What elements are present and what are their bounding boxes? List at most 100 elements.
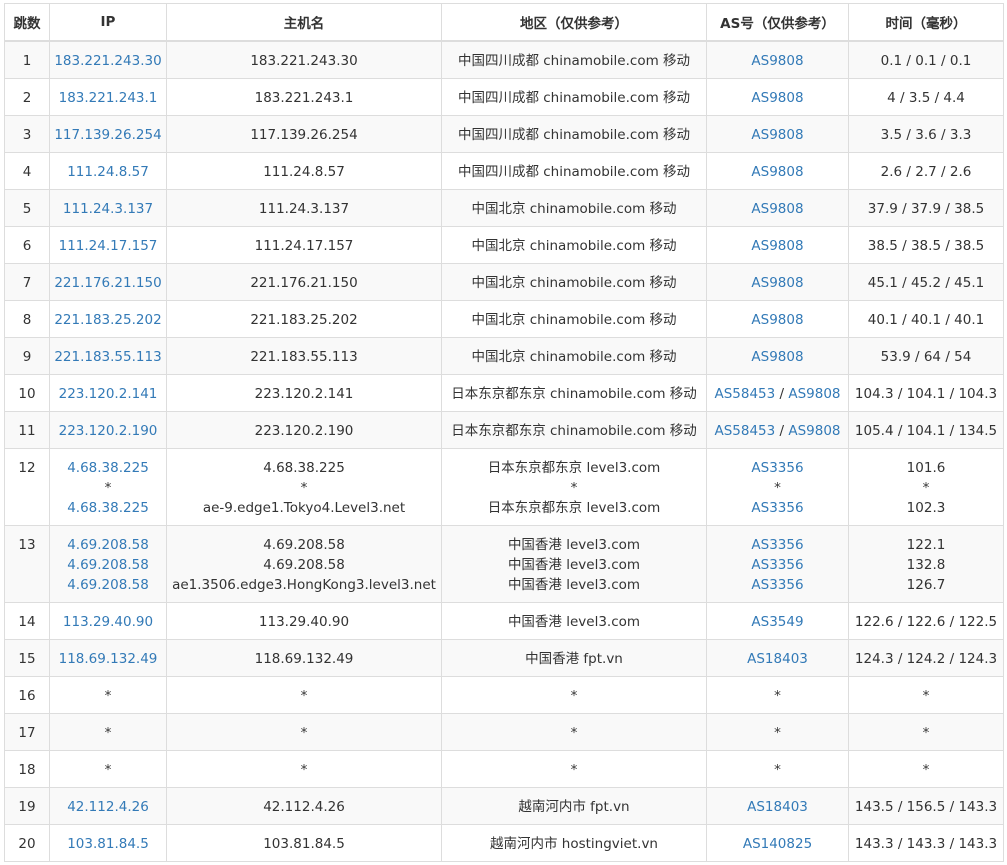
hostname-text: 103.81.84.5 <box>263 836 345 852</box>
ip-link[interactable]: 111.24.17.157 <box>51 236 166 256</box>
ip-link[interactable]: 111.24.8.57 <box>51 162 166 182</box>
hop-cell: 9 <box>4 337 50 375</box>
hostname-cell: 103.81.84.5 <box>166 824 442 862</box>
header-hop: 跳数 <box>4 3 50 42</box>
ip-link[interactable]: 4.69.208.58 <box>51 535 166 555</box>
ip-cell: 183.221.243.30 <box>49 40 167 79</box>
hop-cell: 2 <box>4 78 50 116</box>
ip-cell: 42.112.4.26 <box>49 787 167 825</box>
hostname-cell: 111.24.17.157 <box>166 226 442 264</box>
region-text: 中国香港 level3.com <box>507 577 641 593</box>
asn-link[interactable]: AS3356 <box>751 537 803 553</box>
asn-cell: AS18403 <box>706 639 849 677</box>
asn-link[interactable]: AS18403 <box>747 651 808 667</box>
hostname-cell: * <box>166 713 442 751</box>
ip-link[interactable]: 221.176.21.150 <box>51 273 166 293</box>
time-cell: 38.5 / 38.5 / 38.5 <box>848 226 1004 264</box>
asn-link[interactable]: AS9808 <box>751 275 803 291</box>
time-cell: 143.5 / 156.5 / 143.3 <box>848 787 1004 825</box>
hop-cell: 13 <box>4 525 50 603</box>
asn-link[interactable]: AS3549 <box>751 614 803 630</box>
hop-cell: 1 <box>4 40 50 79</box>
asn-link[interactable]: AS9808 <box>751 90 803 106</box>
ip-link[interactable]: 113.29.40.90 <box>51 612 166 632</box>
asn-link[interactable]: AS58453 <box>714 423 775 439</box>
region-text: 日本东京都东京 chinamobile.com 移动 <box>451 423 697 439</box>
region-text: 越南河内市 fpt.vn <box>518 799 630 815</box>
asn-link[interactable]: AS3356 <box>751 577 803 593</box>
asn-link[interactable]: AS9808 <box>751 127 803 143</box>
region-text: 越南河内市 hostingviet.vn <box>490 836 658 852</box>
asn-link[interactable]: AS9808 <box>751 349 803 365</box>
hostname-cell: 42.112.4.26 <box>166 787 442 825</box>
latency-text: 37.9 / 37.9 / 38.5 <box>867 201 985 217</box>
ip-link[interactable]: 221.183.25.202 <box>51 310 166 330</box>
table-row: 4 111.24.8.57 111.24.8.57 中国四川成都 chinamobil… <box>4 152 1004 190</box>
asn-link[interactable]: AS3356 <box>751 557 803 573</box>
asn-link[interactable]: AS9808 <box>751 53 803 69</box>
asn-link[interactable]: AS9808 <box>751 201 803 217</box>
hostname-cell: 4.68.38.225 * ae-9.edge1.Tokyo4.Level3.net <box>166 448 442 526</box>
ip-link[interactable]: 221.183.55.113 <box>51 347 166 367</box>
time-cell: 105.4 / 104.1 / 134.5 <box>848 411 1004 449</box>
hostname-text: ae1.3506.edge3.HongKong3.level3.net <box>172 577 436 593</box>
asn-link[interactable]: AS140825 <box>743 836 812 852</box>
asn-line: AS9808 <box>708 310 848 330</box>
asn-line: AS9808 <box>708 347 848 367</box>
region-text: 中国北京 chinamobile.com 移动 <box>471 201 677 217</box>
ip-link[interactable]: 4.68.38.225 <box>51 498 166 518</box>
latency-text: * <box>922 725 930 741</box>
asn-link[interactable]: AS3356 <box>751 500 803 516</box>
asn-separator: / <box>775 386 789 402</box>
ip-link[interactable]: 118.69.132.49 <box>51 649 166 669</box>
ip-link[interactable]: 223.120.2.190 <box>51 421 166 441</box>
ip-cell: 221.176.21.150 <box>49 263 167 301</box>
asn-link[interactable]: AS9808 <box>751 312 803 328</box>
asn-link[interactable]: AS18403 <box>747 799 808 815</box>
ip-link[interactable]: 183.221.243.30 <box>51 51 166 71</box>
region-cell: * <box>441 713 707 751</box>
region-cell: * <box>441 676 707 714</box>
hostname-text: 223.120.2.141 <box>254 386 354 402</box>
region-cell: 中国四川成都 chinamobile.com 移动 <box>441 152 707 190</box>
region-text: 中国香港 level3.com <box>507 557 641 573</box>
asn-link[interactable]: AS9808 <box>788 386 840 402</box>
ip-link[interactable]: 111.24.3.137 <box>51 199 166 219</box>
asn-link[interactable]: AS3356 <box>751 460 803 476</box>
ip-link[interactable]: 117.139.26.254 <box>51 125 166 145</box>
ip-link[interactable]: 4.68.38.225 <box>51 458 166 478</box>
asn-link[interactable]: AS9808 <box>788 423 840 439</box>
latency-text: 122.6 / 122.6 / 122.5 <box>854 614 998 630</box>
region-text: 中国香港 level3.com <box>507 537 641 553</box>
hostname-cell: 117.139.26.254 <box>166 115 442 153</box>
table-row: 2 183.221.243.1 183.221.243.1 中国四川成都 chinam… <box>4 78 1004 116</box>
latency-text: 0.1 / 0.1 / 0.1 <box>880 53 972 69</box>
hop-number: 7 <box>22 275 32 291</box>
time-cell: 122.6 / 122.6 / 122.5 <box>848 602 1004 640</box>
table-row: 18 * * * * * <box>4 750 1004 788</box>
ip-link[interactable]: 103.81.84.5 <box>51 834 166 854</box>
ip-link[interactable]: 223.120.2.141 <box>51 384 166 404</box>
ip-link[interactable]: 4.69.208.58 <box>51 555 166 575</box>
region-text: 中国北京 chinamobile.com 移动 <box>471 238 677 254</box>
asn-link[interactable]: AS58453 <box>714 386 775 402</box>
ip-link[interactable]: 4.69.208.58 <box>51 575 166 595</box>
region-cell: 越南河内市 fpt.vn <box>441 787 707 825</box>
latency-text: 124.3 / 124.2 / 124.3 <box>854 651 998 667</box>
asn-link[interactable]: AS9808 <box>751 164 803 180</box>
region-cell: 中国北京 chinamobile.com 移动 <box>441 263 707 301</box>
hostname-cell: 183.221.243.1 <box>166 78 442 116</box>
time-cell: 104.3 / 104.1 / 104.3 <box>848 374 1004 412</box>
region-cell: 中国四川成都 chinamobile.com 移动 <box>441 40 707 79</box>
ip-cell: 118.69.132.49 <box>49 639 167 677</box>
time-cell: 124.3 / 124.2 / 124.3 <box>848 639 1004 677</box>
hop-number: 20 <box>18 836 36 852</box>
region-text: 中国香港 level3.com <box>507 614 641 630</box>
ip-link[interactable]: 42.112.4.26 <box>51 797 166 817</box>
asn-line: * <box>708 723 848 743</box>
asn-link[interactable]: AS9808 <box>751 238 803 254</box>
hostname-text: 111.24.8.57 <box>263 164 345 180</box>
asn-cell: AS3356 * AS3356 <box>706 448 849 526</box>
hostname-cell: 223.120.2.141 <box>166 374 442 412</box>
ip-link[interactable]: 183.221.243.1 <box>51 88 166 108</box>
